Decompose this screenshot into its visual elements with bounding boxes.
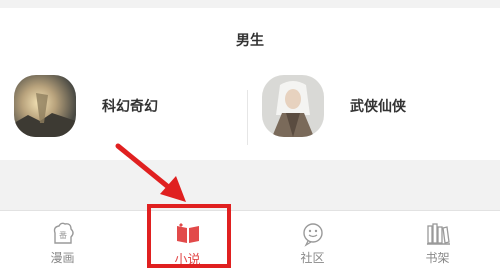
bookshelf-icon — [426, 223, 450, 245]
tab-community[interactable]: 社区 — [250, 211, 375, 272]
highlight-box — [147, 204, 231, 268]
comic-icon-badge: 番 — [59, 230, 67, 240]
genre-label-scifi: 科幻奇幻 — [102, 99, 158, 115]
wuxia-cover-image — [262, 75, 324, 137]
tab-bookshelf[interactable]: 书架 — [375, 211, 500, 272]
genre-item-scifi[interactable]: 科幻奇幻 — [14, 70, 158, 142]
tab-label-bookshelf: 书架 — [425, 251, 450, 265]
tab-label-comic: 漫画 — [50, 251, 75, 265]
genre-label-wuxia: 武侠仙侠 — [350, 99, 406, 115]
tab-comic[interactable]: 番 漫画 — [0, 211, 125, 272]
top-strip — [0, 0, 500, 8]
scifi-cover-image — [14, 75, 76, 137]
genre-item-wuxia[interactable]: 武侠仙侠 — [262, 70, 406, 142]
chat-icon — [302, 223, 323, 247]
genre-card: 男生 科幻奇幻 武侠仙侠 — [0, 8, 500, 160]
comic-icon: 番 — [53, 222, 74, 244]
section-title: 男生 — [236, 33, 264, 49]
tab-label-community: 社区 — [300, 251, 325, 265]
genre-divider — [247, 90, 248, 145]
bottom-tab-bar: 番 漫画 小说 社区 书架 — [0, 211, 500, 272]
